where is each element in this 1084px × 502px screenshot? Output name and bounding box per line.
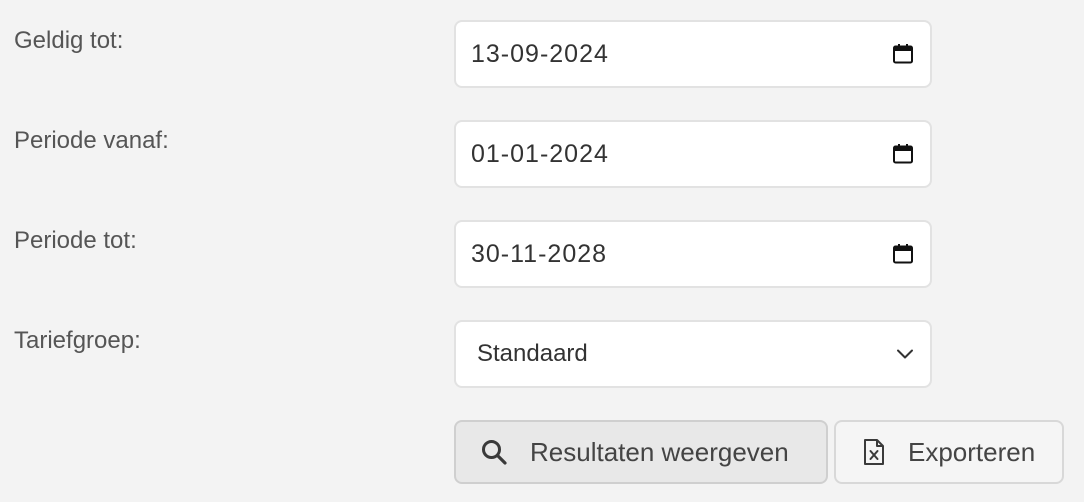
periode-vanaf-value: 01-01-2024	[471, 139, 609, 168]
periode-tot-value: 30-11-2028	[471, 239, 608, 268]
excel-file-icon	[860, 438, 888, 466]
geldig-tot-label: Geldig tot:	[14, 27, 124, 54]
show-results-button[interactable]: Resultaten weergeven	[454, 420, 828, 484]
tariefgroep-selected-value: Standaard	[477, 340, 588, 367]
periode-tot-date-input[interactable]: 30-11-2028	[454, 220, 932, 288]
show-results-label: Resultaten weergeven	[530, 436, 789, 467]
calendar-icon[interactable]	[892, 43, 914, 65]
calendar-icon[interactable]	[892, 143, 914, 165]
geldig-tot-date-input[interactable]: 13-09-2024	[454, 20, 932, 88]
periode-tot-label: Periode tot:	[14, 227, 137, 254]
calendar-icon[interactable]	[892, 243, 914, 265]
tariefgroep-label: Tariefgroep:	[14, 327, 141, 354]
export-button[interactable]: Exporteren	[834, 420, 1064, 484]
periode-vanaf-label: Periode vanaf:	[14, 127, 169, 154]
search-icon	[480, 438, 508, 466]
filter-form: Geldig tot: 13-09-2024 Periode vanaf: 01…	[0, 0, 1084, 502]
tariefgroep-select[interactable]: Standaard	[454, 320, 932, 388]
export-label: Exporteren	[908, 436, 1036, 467]
periode-vanaf-date-input[interactable]: 01-01-2024	[454, 120, 932, 188]
chevron-down-icon	[894, 343, 916, 365]
geldig-tot-value: 13-09-2024	[471, 39, 609, 68]
